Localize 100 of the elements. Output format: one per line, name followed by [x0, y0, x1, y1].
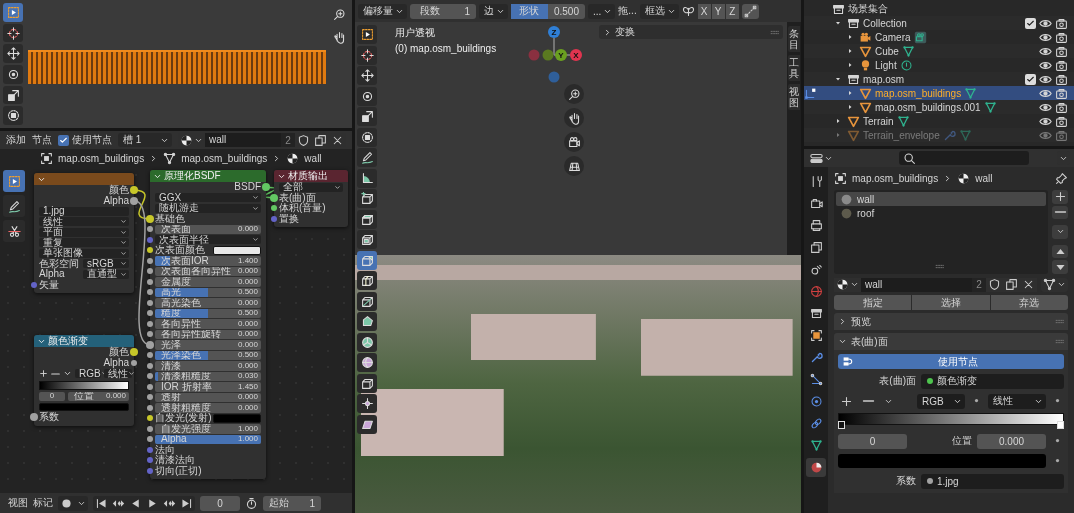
axis-toggle[interactable]: Y: [711, 3, 725, 19]
use-nodes-button[interactable]: 使用节点: [838, 354, 1064, 369]
node-value-slider[interactable]: 透射粗糙度 0.000: [155, 403, 261, 413]
outliner-item-label[interactable]: Collection: [863, 17, 907, 29]
start-frame-field[interactable]: 起始 1: [263, 495, 321, 511]
stop-index-field[interactable]: 0: [838, 433, 907, 449]
number-field[interactable]: 段数 1: [410, 3, 476, 19]
image-file-field[interactable]: 1.jpg: [39, 206, 129, 216]
dropdown[interactable]: 偏移量: [358, 3, 407, 19]
position-field[interactable]: 位置 0.000: [68, 391, 129, 401]
axis-label: X: [573, 51, 579, 60]
socket-label: 颜色: [109, 185, 129, 196]
outliner-item-label[interactable]: map.osm_buildings: [875, 87, 962, 99]
socket-label: 置换: [279, 213, 299, 224]
menu-item[interactable]: 视图: [8, 496, 28, 510]
node-value-slider[interactable]: Alpha 1.000: [155, 434, 261, 444]
surface-shader-field[interactable]: 颜色渐变: [921, 373, 1064, 389]
user-count: 2: [975, 279, 983, 290]
node-dropdown[interactable]: 直通型: [83, 269, 129, 279]
node-value-slider[interactable]: 光泽 0.000: [155, 340, 261, 350]
panel-header[interactable]: 表(曲)面: [834, 333, 1068, 350]
material-slot[interactable]: wall: [836, 192, 1046, 206]
node-dropdown[interactable]: 线性: [39, 217, 129, 227]
node-value-slider[interactable]: 高光 0.500: [155, 287, 261, 297]
node-value-slider[interactable]: 次表面各向异性 0.000: [155, 266, 261, 276]
node-dropdown[interactable]: 随机游走: [155, 203, 261, 213]
position-field[interactable]: 0.000: [977, 433, 1046, 449]
node-dropdown[interactable]: GGX: [155, 193, 261, 203]
dropdown[interactable]: 框选: [639, 3, 679, 19]
dropdown[interactable]: 边: [479, 3, 508, 19]
node-value-slider[interactable]: IOR 折射率 1.450: [155, 382, 261, 392]
factor-input-field[interactable]: 1.jpg: [921, 473, 1064, 489]
outliner-item-label[interactable]: Cube: [875, 45, 899, 57]
node-value-slider[interactable]: 各向异性旋转 0.000: [155, 329, 261, 339]
node-value-slider[interactable]: 各向异性 0.000: [155, 319, 261, 329]
menu-item[interactable]: 节点: [32, 133, 52, 147]
current-frame-field[interactable]: 0: [200, 495, 240, 511]
outliner-item-label[interactable]: 场景集合: [848, 2, 888, 16]
node-value-slider[interactable]: 金属度 0.000: [155, 277, 261, 287]
node-dropdown[interactable]: 线性: [104, 369, 132, 378]
node-value-slider[interactable]: 清漆粗糙度 0.030: [155, 371, 261, 381]
menu-item[interactable]: 标记: [33, 496, 53, 510]
user-count: 2: [284, 134, 292, 146]
material-name-field[interactable]: wall: [205, 133, 281, 147]
node-value-slider[interactable]: 高光染色 0.000: [155, 298, 261, 308]
node-dropdown[interactable]: sRGB: [83, 259, 129, 269]
action-button[interactable]: 指定: [834, 295, 912, 310]
node-dropdown[interactable]: 全部: [279, 182, 343, 192]
outliner-item-label[interactable]: Terrain: [863, 115, 894, 127]
panel-header[interactable]: 预览: [834, 313, 1068, 330]
outliner-item-label[interactable]: map.osm_buildings.001: [875, 101, 981, 113]
action-button[interactable]: 弃选: [990, 295, 1068, 310]
outliner-row[interactable]: Light: [804, 58, 1074, 72]
stop-index-field[interactable]: 0: [39, 391, 65, 401]
menu-item[interactable]: 添加: [6, 133, 26, 147]
node-value-slider[interactable]: 次表面 0.000: [155, 224, 261, 234]
outliner-item-label[interactable]: Camera: [875, 31, 911, 43]
sidebar-tab[interactable]: 工具: [788, 55, 800, 81]
sidebar-tab[interactable]: 条目: [788, 26, 800, 52]
dropdown[interactable]: ...: [588, 3, 616, 19]
interpolation-dropdown[interactable]: 线性: [988, 393, 1046, 409]
breadcrumb-item[interactable]: map.osm_buildings: [58, 152, 145, 164]
view-name: 用户透视: [395, 26, 436, 40]
node-value-slider[interactable]: 清漆 0.000: [155, 361, 261, 371]
outliner-row[interactable]: Camera: [804, 30, 1074, 44]
node-dropdown[interactable]: 平面: [39, 227, 129, 237]
slot-dropdown[interactable]: 槽 1: [118, 133, 172, 147]
value-slider[interactable]: 形状 0.500: [511, 3, 585, 19]
socket-label: 表(曲)面: [279, 192, 316, 203]
checkbox-label[interactable]: 使用节点: [72, 133, 112, 147]
axis-gizmo[interactable]: Z Y X: [528, 26, 582, 83]
outliner-item-label[interactable]: Light: [875, 59, 897, 71]
node-value-slider[interactable]: 糙度 0.500: [155, 308, 261, 318]
node-value-slider[interactable]: 自发光强度 1.000: [155, 424, 261, 434]
action-button[interactable]: 选择: [912, 295, 990, 310]
axis-toggle[interactable]: Z: [725, 3, 739, 19]
socket-label: 矢量: [39, 279, 59, 290]
panel-header[interactable]: 变换: [599, 25, 783, 39]
outliner-item-label[interactable]: map.osm: [863, 73, 905, 85]
breadcrumb-item[interactable]: wall: [975, 173, 993, 184]
node-value-slider[interactable]: 光泽染色 0.500: [155, 350, 261, 360]
node-dropdown[interactable]: 单张图像: [39, 248, 129, 258]
node-dropdown[interactable]: RGB: [75, 369, 101, 378]
outliner-row[interactable]: map.osm_buildings: [804, 86, 1074, 100]
option-label[interactable]: 拖...: [618, 4, 637, 18]
axis-label: Z: [551, 28, 557, 37]
breadcrumb-item[interactable]: wall: [304, 152, 322, 164]
color-mode-dropdown[interactable]: RGB: [917, 393, 965, 409]
socket-label: 清漆法向: [155, 455, 195, 466]
node-dropdown[interactable]: 次表面半径: [155, 235, 261, 245]
axis-toggle[interactable]: X: [697, 3, 711, 19]
outliner-row[interactable]: Terrain: [804, 114, 1074, 128]
node-value-slider[interactable]: 透射 0.000: [155, 392, 261, 402]
material-name-field[interactable]: wall: [861, 277, 972, 292]
sidebar-tab[interactable]: 视图: [788, 84, 800, 110]
breadcrumb-item[interactable]: map.osm_buildings: [852, 173, 939, 184]
material-slot[interactable]: roof: [836, 206, 1046, 220]
node-dropdown[interactable]: 重复: [39, 238, 129, 248]
field-label: 色彩空间: [39, 258, 79, 269]
breadcrumb-item[interactable]: map.osm_buildings: [181, 152, 268, 164]
